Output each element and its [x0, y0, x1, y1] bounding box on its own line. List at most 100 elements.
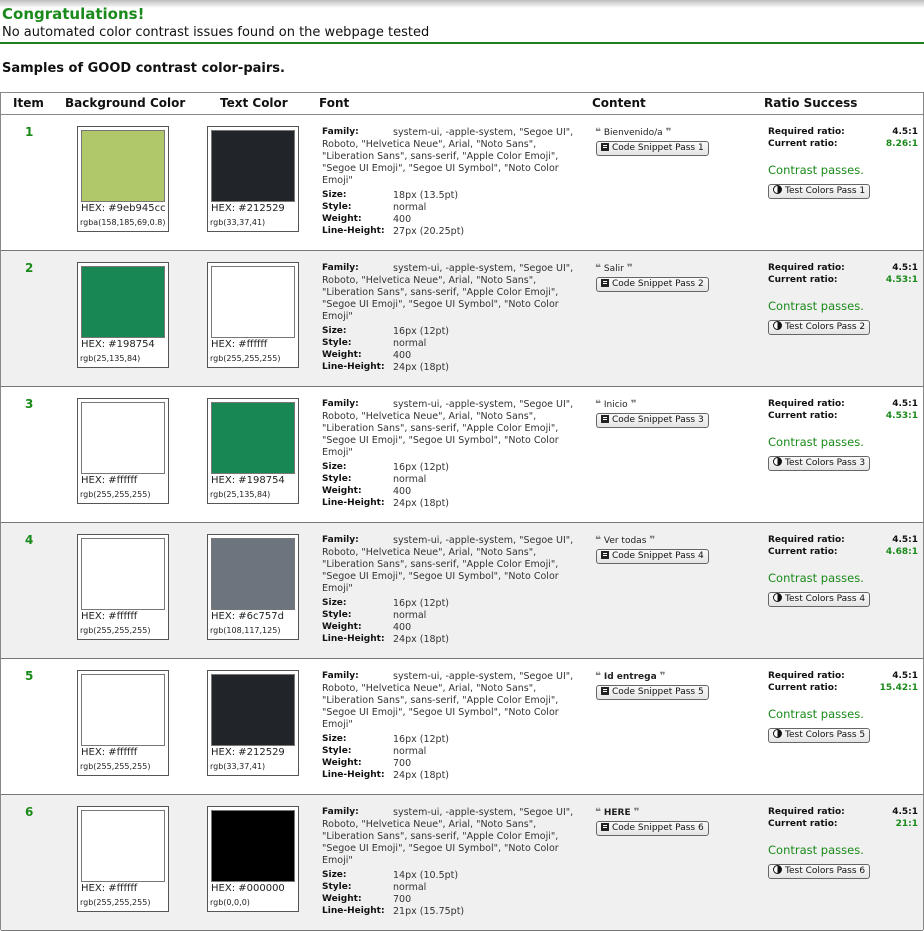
line-height-label: Line-Height: — [322, 226, 385, 236]
document-icon — [601, 279, 609, 287]
text-hex: HEX: #212529 — [211, 747, 285, 758]
column-header-font: Font — [319, 96, 350, 110]
current-ratio-value: 4.68:1 — [885, 547, 918, 557]
font-family-value: system-ui, -apple-system, "Segoe UI", Ro… — [322, 127, 574, 186]
code-snippet-label: Code Snippet Pass 1 — [612, 143, 704, 153]
test-colors-button[interactable]: Test Colors Pass 6 — [768, 864, 871, 879]
test-colors-button[interactable]: Test Colors Pass 3 — [768, 456, 871, 471]
test-colors-button[interactable]: Test Colors Pass 4 — [768, 592, 871, 607]
weight-label: Weight: — [322, 486, 362, 496]
text-rgb: rgb(0,0,0) — [210, 898, 250, 907]
current-ratio-value: 21:1 — [895, 819, 918, 829]
test-colors-button[interactable]: Test Colors Pass 5 — [768, 728, 871, 743]
close-quote-icon: ❞ — [630, 399, 637, 410]
weight-label: Weight: — [322, 350, 362, 360]
background-color-sample: HEX: #ffffff rgb(255,255,255) — [77, 398, 169, 504]
font-family-value: system-ui, -apple-system, "Segoe UI", Ro… — [322, 535, 574, 594]
text-hex: HEX: #6c757d — [211, 611, 284, 622]
style-label: Style: — [322, 746, 352, 756]
weight-label: Weight: — [322, 894, 362, 904]
background-rgb: rgb(255,255,255) — [80, 762, 151, 771]
code-snippet-button[interactable]: Code Snippet Pass 2 — [596, 277, 709, 292]
code-snippet-button[interactable]: Code Snippet Pass 5 — [596, 685, 709, 700]
background-color-sample: HEX: #9eb945cc rgba(158,185,69,0.8) — [77, 126, 169, 232]
code-snippet-button[interactable]: Code Snippet Pass 6 — [596, 821, 709, 836]
required-ratio-value: 4.5:1 — [892, 127, 918, 137]
line-height-label: Line-Height: — [322, 906, 385, 916]
font-family-value: system-ui, -apple-system, "Segoe UI", Ro… — [322, 263, 574, 322]
current-ratio-value: 8.26:1 — [885, 139, 918, 149]
open-quote-icon: ❝ — [595, 807, 601, 818]
font-size-value: 18px (13.5pt) — [393, 190, 459, 201]
line-height-label: Line-Height: — [322, 770, 385, 780]
contrast-status: Contrast passes. — [768, 163, 864, 177]
background-rgb: rgba(158,185,69,0.8) — [80, 218, 166, 227]
code-snippet-button[interactable]: Code Snippet Pass 4 — [596, 549, 709, 564]
size-label: Size: — [322, 326, 347, 336]
text-color-sample: HEX: #212529 rgb(33,37,41) — [207, 670, 299, 776]
text-rgb: rgb(108,117,125) — [210, 626, 281, 635]
open-quote-icon: ❝ — [595, 535, 601, 546]
required-ratio-label: Required ratio: — [768, 671, 845, 681]
item-number: 3 — [25, 397, 34, 411]
column-header-background: Background Color — [65, 96, 186, 110]
background-hex: HEX: #ffffff — [81, 475, 138, 486]
text-swatch — [211, 538, 295, 610]
text-rgb: rgb(25,135,84) — [210, 490, 271, 499]
test-colors-button[interactable]: Test Colors Pass 2 — [768, 320, 871, 335]
font-size-value: 14px (10.5pt) — [393, 870, 459, 881]
line-height-value: 24px (18pt) — [393, 498, 450, 509]
text-swatch — [211, 810, 295, 882]
test-colors-label: Test Colors Pass 3 — [785, 458, 866, 468]
text-swatch — [211, 674, 295, 746]
test-colors-label: Test Colors Pass 4 — [785, 594, 866, 604]
background-color-sample: HEX: #ffffff rgb(255,255,255) — [77, 534, 169, 640]
background-hex: HEX: #ffffff — [81, 883, 138, 894]
weight-label: Weight: — [322, 214, 362, 224]
background-hex: HEX: #ffffff — [81, 611, 138, 622]
sample-quote: ❝ HERE ❞ — [595, 807, 640, 818]
item-number: 1 — [25, 125, 34, 139]
column-header-ratio: Ratio Success — [764, 96, 858, 110]
contrast-status: Contrast passes. — [768, 435, 864, 449]
sample-text: Inicio — [603, 400, 628, 410]
text-color-sample: HEX: #212529 rgb(33,37,41) — [207, 126, 299, 232]
background-rgb: rgb(255,255,255) — [80, 490, 151, 499]
test-colors-button[interactable]: Test Colors Pass 1 — [768, 184, 871, 199]
test-colors-label: Test Colors Pass 6 — [785, 866, 866, 876]
font-size-value: 16px (12pt) — [393, 598, 450, 609]
code-snippet-label: Code Snippet Pass 3 — [612, 415, 704, 425]
style-label: Style: — [322, 338, 352, 348]
required-ratio-label: Required ratio: — [768, 127, 845, 137]
current-ratio-label: Current ratio: — [768, 683, 838, 693]
required-ratio-label: Required ratio: — [768, 263, 845, 273]
style-label: Style: — [322, 610, 352, 620]
table-row: 1 HEX: #9eb945cc rgba(158,185,69,0.8) HE… — [1, 115, 923, 251]
open-quote-icon: ❝ — [595, 263, 601, 274]
code-snippet-label: Code Snippet Pass 5 — [612, 687, 704, 697]
text-rgb: rgb(255,255,255) — [210, 354, 281, 363]
font-weight-value: 700 — [393, 894, 412, 905]
code-snippet-button[interactable]: Code Snippet Pass 1 — [596, 141, 709, 156]
samples-heading: Samples of GOOD contrast color-pairs. — [2, 61, 285, 76]
close-quote-icon: ❞ — [626, 263, 633, 274]
contrast-icon — [773, 185, 782, 194]
open-quote-icon: ❝ — [595, 671, 601, 682]
background-color-sample: HEX: #ffffff rgb(255,255,255) — [77, 806, 169, 912]
background-color-sample: HEX: #198754 rgb(25,135,84) — [77, 262, 169, 368]
column-header-text-color: Text Color — [220, 96, 288, 110]
column-header-content: Content — [592, 96, 646, 110]
close-quote-icon: ❞ — [659, 671, 666, 682]
current-ratio-value: 4.53:1 — [885, 275, 918, 285]
current-ratio-label: Current ratio: — [768, 275, 838, 285]
font-weight-value: 400 — [393, 214, 412, 225]
weight-label: Weight: — [322, 622, 362, 632]
close-quote-icon: ❞ — [633, 807, 640, 818]
background-rgb: rgb(255,255,255) — [80, 898, 151, 907]
font-style-value: normal — [393, 202, 427, 213]
background-color-sample: HEX: #ffffff rgb(255,255,255) — [77, 670, 169, 776]
code-snippet-button[interactable]: Code Snippet Pass 3 — [596, 413, 709, 428]
text-hex: HEX: #000000 — [211, 883, 285, 894]
line-height-value: 24px (18pt) — [393, 362, 450, 373]
code-snippet-label: Code Snippet Pass 4 — [612, 551, 704, 561]
